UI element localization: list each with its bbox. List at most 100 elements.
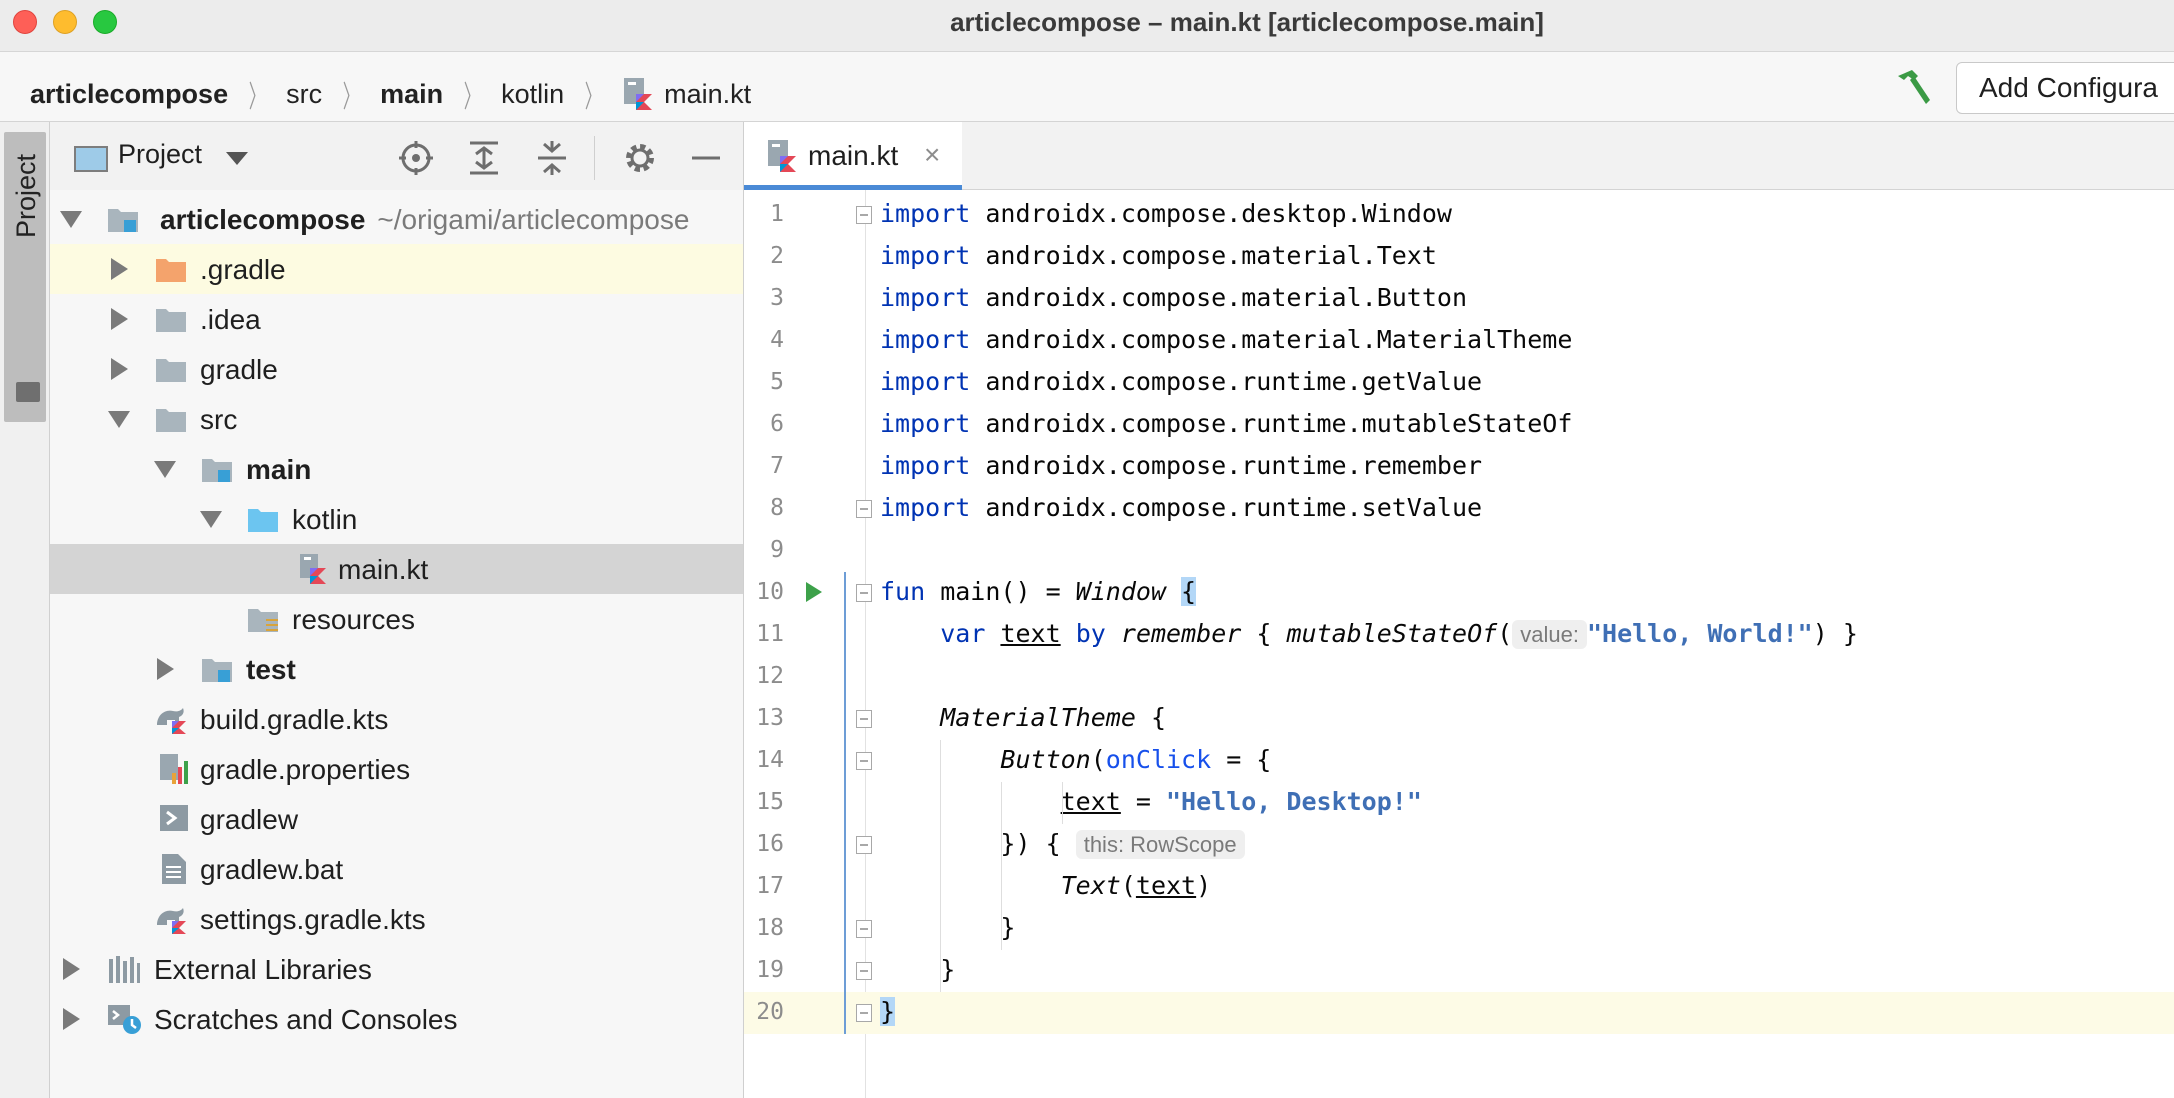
code-line[interactable]: 8 import androidx.compose.runtime.setVal… (744, 488, 2174, 530)
code-line[interactable]: 3 import androidx.compose.material.Butto… (744, 278, 2174, 320)
code-line[interactable]: 2 import androidx.compose.material.Text (744, 236, 2174, 278)
tree-item-gradlew[interactable]: gradlew (50, 794, 743, 844)
close-tab-icon[interactable]: × (924, 139, 940, 171)
fold-marker-icon[interactable] (856, 920, 872, 938)
line-number: 4 (770, 327, 784, 353)
fold-marker-icon[interactable] (856, 710, 872, 728)
code-line[interactable]: 12 (744, 656, 2174, 698)
code-line[interactable]: 10 fun main() = Window { (744, 572, 2174, 614)
expand-toggle[interactable] (196, 494, 226, 544)
variable: text (1000, 619, 1061, 648)
tree-item-idea[interactable]: .idea (50, 294, 743, 344)
expand-toggle[interactable] (104, 344, 134, 394)
tree-item-settings-gradle-kts[interactable]: settings.gradle.kts (50, 894, 743, 944)
code-line[interactable]: 18 } (744, 908, 2174, 950)
collapse-all-icon[interactable] (532, 138, 572, 178)
code-line[interactable]: 4 import androidx.compose.material.Mater… (744, 320, 2174, 362)
code-line-current[interactable]: 20 } (744, 992, 2174, 1034)
fold-marker-icon[interactable] (856, 584, 872, 602)
code-line[interactable]: 14 Button(onClick = { (744, 740, 2174, 782)
import-path: androidx.compose.desktop.Window (985, 199, 1452, 228)
library-icon (109, 956, 140, 983)
code-line[interactable]: 5 import androidx.compose.runtime.getVal… (744, 362, 2174, 404)
tree-item-external-libraries[interactable]: External Libraries (50, 944, 743, 994)
kotlin-file-icon (624, 78, 653, 110)
tree-item-scratches[interactable]: Scratches and Consoles (50, 994, 743, 1044)
tab-main-kt[interactable]: main.kt × (744, 122, 962, 190)
fold-marker-icon[interactable] (856, 206, 872, 224)
tree-item-gradle-cache[interactable]: .gradle (50, 244, 743, 294)
properties-file-icon (160, 754, 188, 784)
expand-all-icon[interactable] (464, 138, 504, 178)
code-line[interactable]: 19 } (744, 950, 2174, 992)
fold-marker-icon[interactable] (856, 500, 872, 518)
expand-toggle[interactable] (56, 994, 86, 1044)
expand-toggle[interactable] (104, 294, 134, 344)
indent-guide (940, 740, 941, 992)
function-call: mutableStateOf (1286, 619, 1498, 648)
code-line[interactable]: 16 }) { this: RowScope (744, 824, 2174, 866)
tree-item-resources[interactable]: resources (50, 594, 743, 644)
tree-item-main-kt[interactable]: main.kt (50, 544, 743, 594)
line-number: 12 (756, 663, 784, 689)
parameter-hint: value: (1512, 620, 1587, 649)
tree-item-gradle[interactable]: gradle (50, 344, 743, 394)
breadcrumb-item-articlecompose[interactable]: articlecompose (30, 79, 228, 110)
fold-marker-icon[interactable] (856, 752, 872, 770)
tree-label: gradlew.bat (200, 854, 344, 885)
expand-toggle[interactable] (150, 444, 180, 494)
code-line[interactable]: 15 text = "Hello, Desktop!" (744, 782, 2174, 824)
tree-item-test[interactable]: test (50, 644, 743, 694)
code-line[interactable]: 1 import androidx.compose.desktop.Window (744, 194, 2174, 236)
function-call: Button (1000, 745, 1091, 774)
fold-marker-icon[interactable] (856, 836, 872, 854)
line-number: 13 (756, 705, 784, 731)
hide-panel-icon[interactable] (686, 138, 726, 178)
locate-file-icon[interactable] (396, 138, 436, 178)
tree-item-gradlew-bat[interactable]: gradlew.bat (50, 844, 743, 894)
code-text: import androidx.compose.runtime.getValue (880, 367, 1482, 396)
code-line[interactable]: 11 var text by remember { mutableStateOf… (744, 614, 2174, 656)
breadcrumb-item-kotlin[interactable]: kotlin (501, 79, 564, 110)
expand-toggle[interactable] (104, 394, 134, 444)
breadcrumb-item-main[interactable]: main (380, 79, 443, 110)
import-path: androidx.compose.runtime.remember (985, 451, 1483, 480)
add-configuration-button[interactable]: Add Configura (1956, 62, 2174, 114)
module-folder-icon (108, 209, 138, 232)
code-line[interactable]: 6 import androidx.compose.runtime.mutabl… (744, 404, 2174, 446)
breadcrumb-item-main-kt[interactable]: main.kt (664, 79, 751, 110)
line-number: 7 (770, 453, 784, 479)
line-number: 5 (770, 369, 784, 395)
expand-toggle[interactable] (56, 194, 86, 244)
project-view-selector[interactable]: Project (118, 139, 202, 170)
line-number: 19 (756, 957, 784, 983)
tree-item-main[interactable]: main (50, 444, 743, 494)
code-line[interactable]: 7 import androidx.compose.runtime.rememb… (744, 446, 2174, 488)
tree-label: test (246, 654, 296, 685)
code-line[interactable]: 13 MaterialTheme { (744, 698, 2174, 740)
line-number: 16 (756, 831, 784, 857)
tree-label: .idea (200, 304, 261, 335)
fold-marker-icon[interactable] (856, 1004, 872, 1022)
hammer-icon[interactable] (1892, 66, 1936, 110)
expand-toggle[interactable] (104, 244, 134, 294)
tree-label: settings.gradle.kts (200, 904, 426, 935)
tree-item-gradle-properties[interactable]: gradle.properties (50, 744, 743, 794)
code-line[interactable]: 9 (744, 530, 2174, 572)
chevron-down-icon[interactable] (226, 152, 248, 165)
project-panel-header: Project (50, 122, 743, 190)
expand-toggle[interactable] (56, 944, 86, 994)
tree-item-articlecompose[interactable]: articlecompose ~/origami/articlecompose (50, 194, 743, 244)
tree-item-src[interactable]: src (50, 394, 743, 444)
project-tool-window-tab[interactable]: Project (4, 132, 46, 422)
variable: text (1135, 871, 1197, 900)
tree-item-kotlin[interactable]: kotlin (50, 494, 743, 544)
gear-icon[interactable] (620, 138, 660, 178)
expand-toggle[interactable] (150, 644, 180, 694)
tree-item-build-gradle-kts[interactable]: build.gradle.kts (50, 694, 743, 744)
code-line[interactable]: 17 Text(text) (744, 866, 2174, 908)
breadcrumb-item-src[interactable]: src (286, 79, 322, 110)
fold-marker-icon[interactable] (856, 962, 872, 980)
run-gutter-icon[interactable] (806, 582, 822, 602)
variable: text (1060, 787, 1121, 816)
